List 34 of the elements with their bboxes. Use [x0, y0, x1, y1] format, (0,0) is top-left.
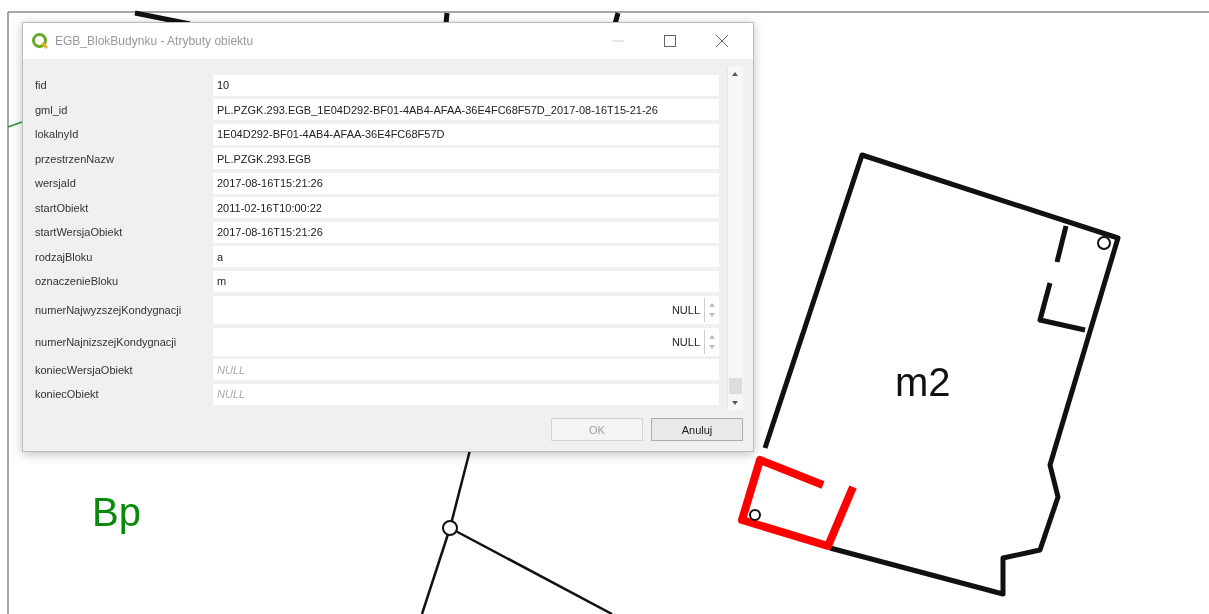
spin-box[interactable]: NULL — [213, 327, 719, 356]
field-label: rodzajBloku — [35, 250, 94, 263]
input-field[interactable]: 10 — [213, 74, 719, 96]
boundary-line — [7, 121, 23, 128]
field-label: wersjaId — [35, 177, 77, 190]
map-label: Bp — [92, 492, 141, 532]
field-label: startWersjaObiekt — [35, 226, 124, 239]
input-field[interactable]: a — [213, 246, 719, 268]
input-field[interactable]: 2011-02-16T10:00:22 — [213, 197, 719, 219]
field-label: lokalnyId — [35, 128, 80, 141]
field-label: gml_id — [35, 103, 69, 116]
dialog-button[interactable]: Anuluj — [651, 418, 743, 441]
scrollbar[interactable] — [727, 67, 743, 410]
field-label: koniecObiekt — [35, 388, 100, 401]
field-label: przestrzenNazw — [35, 152, 115, 165]
map-label: m2 — [895, 362, 951, 402]
input-field[interactable]: 2017-08-16T15:21:26 — [213, 172, 719, 194]
spin-box[interactable]: NULL — [213, 295, 719, 324]
field-label: fid — [35, 79, 48, 92]
window-title: EGB_BlokBudynku - Atrybuty obiektu — [55, 34, 255, 48]
close-icon — [716, 35, 728, 47]
field-label: startObiekt — [35, 201, 90, 214]
scroll-thumb[interactable] — [729, 378, 742, 394]
input-field[interactable]: PL.PZGK.293.EGB — [213, 148, 719, 170]
app-logo-icon — [31, 32, 49, 50]
field-label: numerNajwyzszejKondygnacji — [35, 303, 183, 316]
field-label: numerNajnizszejKondygnacji — [35, 335, 178, 348]
input-field[interactable]: m — [213, 270, 719, 292]
field-label: oznaczenieBloku — [35, 275, 120, 288]
input-field[interactable]: 2017-08-16T15:21:26 — [213, 221, 719, 243]
maximize-icon — [664, 35, 676, 47]
input-field[interactable]: PL.PZGK.293.EGB_1E04D292-BF01-4AB4-AFAA-36E4FC68F57D_2017-08-16T15-21-26 — [213, 99, 719, 121]
field-label: koniecWersjaObiekt — [35, 363, 134, 376]
input-field[interactable]: 1E04D292-BF01-4AB4-AFAA-36E4FC68F57D — [213, 123, 719, 145]
